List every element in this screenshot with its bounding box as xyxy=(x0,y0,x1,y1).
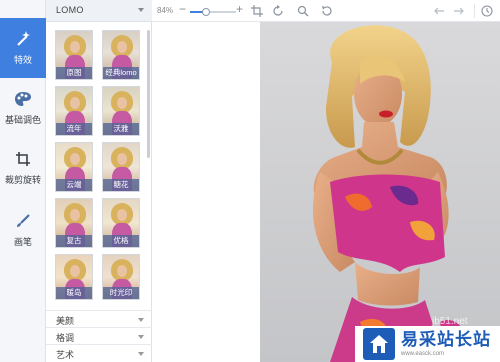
filter-thumb-tanghua[interactable]: 糖花 xyxy=(102,142,140,192)
filter-thumb-yunduan[interactable]: 云端 xyxy=(55,142,93,192)
crop-fit-icon[interactable] xyxy=(250,4,264,18)
tool-rail: 特效 基础调色 裁剪旋转 画笔 xyxy=(0,0,46,362)
site-watermark: 易采站长站 www.easck.com xyxy=(355,326,500,362)
sidebar-item-crop-rotate[interactable]: 裁剪旋转 xyxy=(0,138,46,198)
brush-icon xyxy=(12,212,34,230)
sidebar-item-brush[interactable]: 画笔 xyxy=(0,200,46,260)
filter-caption: 糖花 xyxy=(103,179,139,191)
filter-thumb-shiguangyin[interactable]: 时光印 xyxy=(102,254,140,300)
crop-icon xyxy=(12,150,34,168)
watermark-title: 易采站长站 xyxy=(401,330,491,350)
sidebar-item-label: 基础调色 xyxy=(4,115,41,125)
category-label: LOMO xyxy=(56,5,84,15)
section-label: 格调 xyxy=(56,333,75,343)
site-logo-icon xyxy=(363,328,395,360)
toolbar-divider xyxy=(474,4,475,18)
sidebar-item-label: 特效 xyxy=(13,55,32,65)
section-art[interactable]: 艺术 xyxy=(46,344,152,361)
filter-caption: 时光印 xyxy=(103,287,139,299)
zoom-slider[interactable] xyxy=(190,11,236,13)
filter-thumb-woya[interactable]: 沃雅 xyxy=(102,86,140,136)
edited-photo[interactable] xyxy=(260,22,500,362)
sidebar-item-label: 画笔 xyxy=(13,237,32,247)
filter-caption: 暖岛 xyxy=(56,287,92,299)
panel-scrollbar[interactable] xyxy=(147,30,150,158)
reset-icon[interactable] xyxy=(320,4,334,18)
rotate-icon[interactable] xyxy=(271,4,285,18)
zoom-out-button[interactable]: − xyxy=(179,2,186,16)
zoom-slider-handle[interactable] xyxy=(201,8,210,16)
chevron-down-icon xyxy=(138,335,144,339)
chevron-down-icon xyxy=(138,8,144,12)
magic-wand-icon xyxy=(12,30,34,48)
redo-icon[interactable] xyxy=(452,4,466,18)
top-toolbar: 84% − + xyxy=(152,0,500,22)
filter-thumb-youge[interactable]: 优格 xyxy=(102,198,140,248)
canvas-margin xyxy=(152,22,260,362)
filter-caption: 优格 xyxy=(103,235,139,247)
filter-thumb-classic-lomo[interactable]: 经典lomo xyxy=(102,30,140,80)
filter-caption: 原图 xyxy=(56,67,92,79)
filter-thumb-liunian[interactable]: 流年 xyxy=(55,86,93,136)
section-label: 艺术 xyxy=(56,350,75,360)
section-style[interactable]: 格调 xyxy=(46,327,152,344)
zoom-percent: 84% xyxy=(157,6,174,15)
refresh-icon[interactable] xyxy=(289,4,303,18)
watermark-subtitle: www.easck.com xyxy=(401,351,445,357)
section-beauty[interactable]: 美颜 xyxy=(46,310,152,327)
filter-thumb-nuandao[interactable]: 暖岛 xyxy=(55,254,93,300)
sidebar-item-effects[interactable]: 特效 xyxy=(0,18,46,78)
history-icon[interactable] xyxy=(480,4,494,18)
filter-caption: 复古 xyxy=(56,235,92,247)
palette-icon xyxy=(12,90,34,108)
chevron-down-icon xyxy=(138,318,144,322)
sidebar-item-basic-color[interactable]: 基础调色 xyxy=(0,78,46,138)
filter-thumb-fugu[interactable]: 复古 xyxy=(55,198,93,248)
zoom-in-button[interactable]: + xyxy=(236,2,243,16)
filter-caption: 流年 xyxy=(56,123,92,135)
sidebar-item-label: 裁剪旋转 xyxy=(4,175,41,185)
chevron-down-icon xyxy=(138,352,144,356)
filter-thumb-original[interactable]: 原图 xyxy=(55,30,93,80)
category-dropdown[interactable]: LOMO xyxy=(46,0,152,22)
filter-caption: 云端 xyxy=(56,179,92,191)
undo-icon[interactable] xyxy=(432,4,446,18)
filter-caption: 沃雅 xyxy=(103,123,139,135)
filter-caption: 经典lomo xyxy=(103,67,139,79)
section-label: 美颜 xyxy=(56,316,75,326)
